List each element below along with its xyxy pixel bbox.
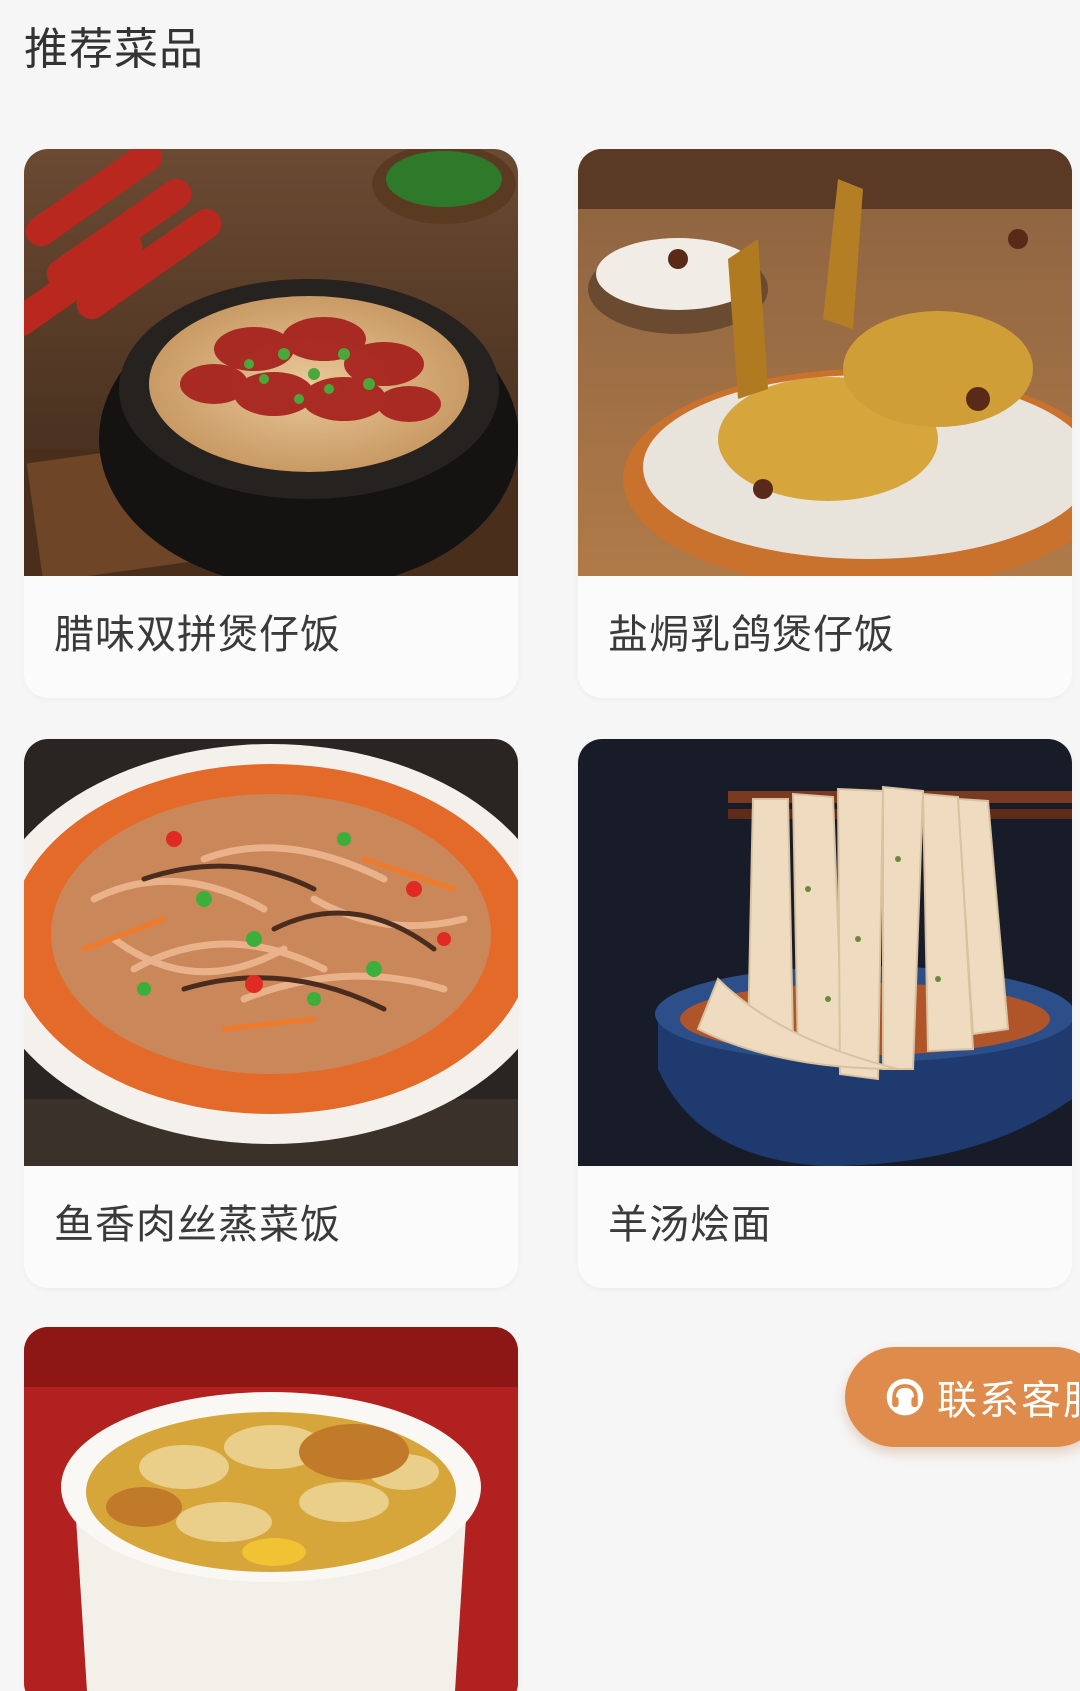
dish-card-2[interactable]: 盐焗乳鸽煲仔饭 xyxy=(578,149,1072,698)
dish-name: 盐焗乳鸽煲仔饭 xyxy=(608,612,895,658)
dish-card-1[interactable]: 腊味双拼煲仔饭 xyxy=(24,149,518,698)
dish-name: 腊味双拼煲仔饭 xyxy=(54,612,341,658)
chicken-soup-pot-image xyxy=(24,1327,518,1691)
salt-baked-pigeon-image xyxy=(578,149,1072,576)
lamb-noodles-image xyxy=(578,739,1072,1166)
contact-service-button[interactable]: 联系客服 xyxy=(845,1347,1080,1447)
section-title: 推荐菜品 xyxy=(24,24,204,75)
contact-service-label: 联系客服 xyxy=(937,1378,1080,1424)
dish-card-5[interactable] xyxy=(24,1327,518,1691)
recommended-dishes-page: 推荐菜品 腊味双拼煲仔饭 盐焗乳鸽煲仔饭 鱼香肉丝蒸菜饭 羊汤烩面 联系客 xyxy=(0,0,1080,1691)
dish-card-3[interactable]: 鱼香肉丝蒸菜饭 xyxy=(24,739,518,1288)
headset-icon xyxy=(886,1378,924,1416)
dish-name: 羊汤烩面 xyxy=(608,1202,772,1248)
dish-name: 鱼香肉丝蒸菜饭 xyxy=(54,1202,341,1248)
claypot-rice-image xyxy=(24,149,518,576)
dish-card-4[interactable]: 羊汤烩面 xyxy=(578,739,1072,1288)
shredded-pork-image xyxy=(24,739,518,1166)
